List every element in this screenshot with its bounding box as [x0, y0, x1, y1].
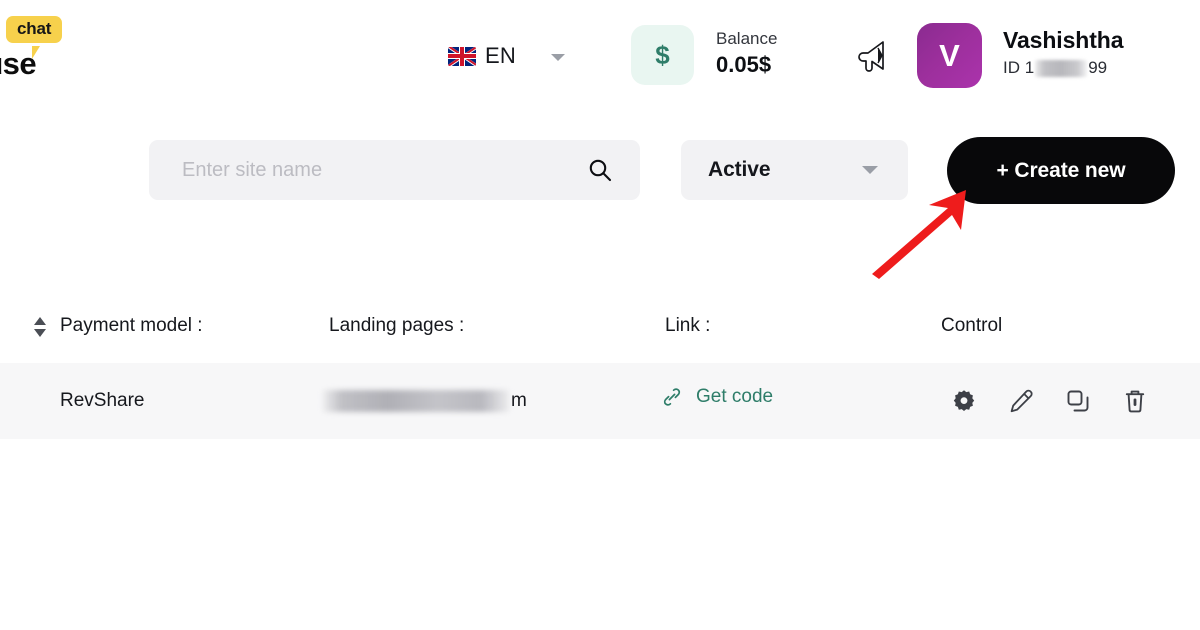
site-logo[interactable]: chat ouse — [0, 16, 116, 81]
balance-label: Balance — [716, 29, 778, 48]
dollar-icon: $ — [655, 40, 670, 70]
landing-page-tail: m — [511, 390, 527, 411]
column-header-landing-pages[interactable]: Landing pages : — [329, 314, 464, 338]
balance-block: Balance 0.05$ — [716, 28, 777, 78]
gear-icon[interactable] — [950, 387, 978, 415]
get-code-link[interactable]: Get code — [661, 385, 773, 409]
chevron-down-icon — [862, 166, 878, 174]
landing-page-redaction — [323, 390, 509, 412]
status-filter-dropdown[interactable]: Active — [681, 140, 908, 200]
cell-landing-pages: m — [323, 389, 527, 413]
avatar-initial: V — [939, 38, 960, 73]
currency-chip[interactable]: $ — [631, 25, 694, 85]
copy-icon[interactable] — [1064, 387, 1092, 415]
search-icon[interactable] — [588, 158, 612, 182]
page-header: chat ouse EN $ Balance 0.05$ V Vashishth… — [0, 0, 1200, 110]
status-filter-value: Active — [708, 158, 771, 181]
column-header-payment-model[interactable]: Payment model : — [60, 314, 203, 338]
balance-value: 0.05$ — [716, 52, 772, 77]
sort-arrows-icon[interactable] — [31, 316, 49, 338]
language-label: EN — [485, 43, 516, 68]
sites-table: Payment model : Landing pages : Link : C… — [0, 300, 1200, 439]
logo-chat-bubble: chat — [6, 16, 63, 43]
cell-payment-model: RevShare — [60, 390, 145, 411]
logo-wordmark: ouse — [0, 46, 37, 81]
user-name: Vashishtha — [1003, 27, 1124, 53]
megaphone-icon[interactable] — [853, 33, 897, 77]
search-input[interactable] — [180, 154, 564, 186]
create-new-button[interactable]: + Create new — [947, 137, 1175, 204]
table-header-row: Payment model : Landing pages : Link : C… — [0, 300, 1200, 363]
trash-icon[interactable] — [1121, 387, 1149, 415]
pencil-icon[interactable] — [1007, 387, 1035, 415]
uk-flag-icon — [448, 46, 476, 66]
column-header-control: Control — [941, 315, 1003, 336]
table-row: RevShare m Get code — [0, 363, 1200, 439]
column-header-link[interactable]: Link : — [665, 314, 710, 338]
chevron-down-icon — [550, 53, 565, 61]
get-code-label: Get code — [696, 386, 774, 407]
language-selector[interactable]: EN — [448, 38, 565, 74]
user-id: ID 1 99 — [1003, 57, 1123, 79]
avatar[interactable]: V — [917, 23, 982, 88]
user-id-redaction — [1035, 59, 1088, 77]
user-id-prefix: ID 1 — [1003, 58, 1035, 77]
user-info[interactable]: Vashishtha ID 1 99 — [1003, 26, 1124, 79]
row-controls — [950, 387, 1149, 415]
user-id-suffix: 99 — [1088, 58, 1108, 77]
search-box[interactable] — [149, 140, 640, 200]
chain-link-icon — [661, 386, 683, 408]
